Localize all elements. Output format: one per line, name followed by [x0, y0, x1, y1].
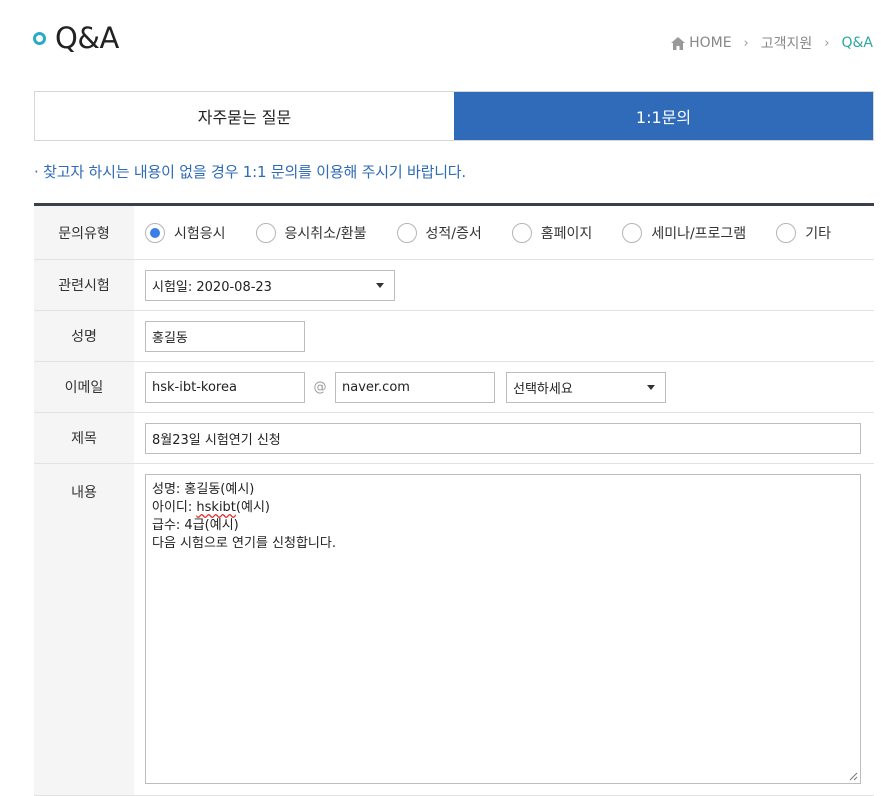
content-line: 다음 시험으로 연기를 신청합니다. — [152, 536, 336, 551]
page-title: Q&A — [33, 18, 119, 58]
content-line-part: 아이디: — [152, 500, 197, 515]
name-label: 성명 — [34, 311, 134, 361]
content-row: 내용 성명: 홍길동(예시) 아이디: hskibt(예시) 급수: 4급(예시… — [34, 464, 874, 796]
subject-row: 제목 — [34, 413, 874, 464]
tab-bar: 자주묻는 질문 1:1문의 — [34, 91, 874, 141]
breadcrumb-support[interactable]: 고객지원 — [761, 33, 813, 53]
at-symbol: @ — [313, 379, 327, 395]
page-title-text: Q&A — [55, 21, 119, 55]
breadcrumb-home[interactable]: HOME — [689, 35, 731, 51]
related-exam-select[interactable]: 시험일: 2020-08-23 — [145, 269, 395, 301]
tab-one-to-one[interactable]: 1:1문의 — [454, 92, 873, 140]
content-line-part: (예시) — [235, 500, 270, 515]
radio-unchecked-icon[interactable] — [396, 222, 417, 243]
related-exam-selected-value: 시험일: 2020-08-23 — [152, 279, 272, 295]
radio-exam[interactable]: 시험응시 — [145, 222, 226, 243]
content-line: 급수: 4급(예시) — [152, 518, 239, 533]
breadcrumb: HOME › 고객지원 › Q&A — [671, 33, 873, 53]
radio-unchecked-icon[interactable] — [776, 222, 797, 243]
radio-cancel-refund[interactable]: 응시취소/환불 — [255, 222, 367, 243]
chevron-right-icon: › — [824, 35, 830, 51]
breadcrumb-current[interactable]: Q&A — [841, 35, 873, 51]
email-domain-input[interactable] — [335, 371, 495, 403]
radio-homepage[interactable]: 홈페이지 — [511, 222, 592, 243]
related-exam-label: 관련시험 — [34, 260, 134, 310]
tab-faq[interactable]: 자주묻는 질문 — [35, 92, 454, 140]
chevron-right-icon: › — [743, 35, 749, 51]
radio-other[interactable]: 기타 — [776, 222, 831, 243]
caret-down-icon — [647, 384, 655, 390]
title-bullet-icon — [33, 31, 46, 45]
content-line: 아이디: hskibt(예시) — [152, 499, 854, 517]
related-exam-row: 관련시험 시험일: 2020-08-23 — [34, 260, 874, 311]
radio-unchecked-icon[interactable] — [255, 222, 276, 243]
content-line: 성명: 홍길동(예시) — [152, 482, 255, 497]
content-textarea[interactable]: 성명: 홍길동(예시) 아이디: hskibt(예시) 급수: 4급(예시) 다… — [145, 474, 861, 784]
name-input[interactable] — [145, 320, 305, 352]
subject-label: 제목 — [34, 413, 134, 463]
radio-seminar-program[interactable]: 세미나/프로그램 — [622, 222, 746, 243]
spellcheck-word: hskibt — [196, 500, 236, 515]
subject-input[interactable] — [145, 422, 861, 454]
radio-unchecked-icon[interactable] — [511, 222, 532, 243]
inquiry-form: 문의유형 시험응시 응시취소/환불 성적/증서 홈페이지 세미나/프로그램 기타… — [34, 203, 874, 796]
notice-text: · 찾고자 하시는 내용이 없을 경우 1:1 문의를 이용해 주시기 바랍니다… — [34, 163, 466, 181]
caret-down-icon — [376, 282, 384, 288]
radio-checked-icon[interactable] — [145, 222, 165, 243]
inquiry-type-row: 문의유형 시험응시 응시취소/환불 성적/증서 홈페이지 세미나/프로그램 기타 — [34, 206, 874, 260]
home-icon — [671, 36, 686, 50]
radio-score-certificate[interactable]: 성적/증서 — [396, 222, 482, 243]
resize-grip-icon[interactable] — [849, 772, 858, 781]
email-domain-selected-value: 선택하세요 — [513, 381, 573, 397]
inquiry-type-label: 문의유형 — [34, 206, 134, 259]
email-row: 이메일 @ 선택하세요 — [34, 362, 874, 413]
email-label: 이메일 — [34, 362, 134, 412]
content-label: 내용 — [34, 464, 134, 795]
name-row: 성명 — [34, 311, 874, 362]
radio-unchecked-icon[interactable] — [622, 222, 643, 243]
email-id-input[interactable] — [145, 371, 305, 403]
inquiry-type-radio-group: 시험응시 응시취소/환불 성적/증서 홈페이지 세미나/프로그램 기타 — [145, 222, 831, 243]
email-domain-select[interactable]: 선택하세요 — [506, 371, 666, 403]
